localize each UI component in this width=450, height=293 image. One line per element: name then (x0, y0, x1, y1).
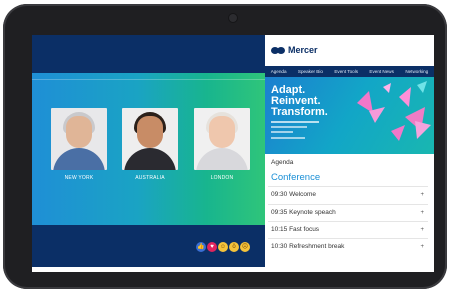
agenda-item-title: 10:15 Fast focus (271, 226, 320, 233)
agenda-item[interactable]: 09:30 Welcome + (268, 186, 428, 202)
nav-speaker-bio[interactable]: Speaker Bio (298, 69, 323, 74)
heart-icon[interactable]: ♥ (207, 242, 217, 252)
bottom-bar (32, 267, 434, 272)
hero-banner: Adapt. Reinvent. Transform. (265, 77, 434, 154)
expand-icon[interactable]: + (420, 210, 428, 216)
conference-title: Conference (271, 172, 321, 183)
divider (32, 79, 265, 80)
agenda-item[interactable]: 10:15 Fast focus + (268, 221, 428, 237)
participant-label: LONDON (210, 175, 234, 181)
video-header (32, 35, 265, 73)
reaction-bar: 👍 ♥ ☺ ö ☹ (196, 242, 250, 252)
sad-icon[interactable]: ☹ (240, 242, 250, 252)
brand-name: Mercer (288, 45, 318, 55)
agenda-item[interactable]: 10:30 Refreshment break + (268, 238, 428, 254)
nav-event-news[interactable]: Event News (369, 69, 394, 74)
participant-video-london[interactable] (194, 108, 250, 170)
butterflies-illustration (357, 81, 431, 141)
hero-subtext (271, 121, 331, 133)
thumbs-up-icon[interactable]: 👍 (196, 242, 206, 252)
tablet-frame: NEW YORK AUSTRALIA LONDON 👍 ♥ ☺ ö ☹ Merc… (3, 4, 447, 289)
agenda-item-title: 10:30 Refreshment break (271, 243, 345, 250)
screen: NEW YORK AUSTRALIA LONDON 👍 ♥ ☺ ö ☹ Merc… (32, 35, 434, 272)
participant-label: NEW YORK (64, 175, 94, 181)
expand-icon[interactable]: + (420, 192, 428, 198)
nav-networking[interactable]: Networking (405, 69, 428, 74)
event-app-panel: Mercer Agenda Speaker Bio Event Tools Ev… (265, 35, 434, 272)
nav-event-tools[interactable]: Event Tools (334, 69, 358, 74)
participant-label: AUSTRALIA (135, 175, 165, 181)
video-panel: NEW YORK AUSTRALIA LONDON 👍 ♥ ☺ ö ☹ (32, 35, 265, 272)
participant-video-australia[interactable] (122, 108, 178, 170)
camera-icon (229, 14, 237, 22)
laugh-icon[interactable]: ☺ (218, 242, 228, 252)
top-nav: Agenda Speaker Bio Event Tools Event New… (265, 66, 434, 77)
participants-stage: NEW YORK AUSTRALIA LONDON (32, 73, 265, 225)
mercer-logo-icon (271, 46, 285, 54)
nav-agenda[interactable]: Agenda (271, 69, 287, 74)
agenda-item[interactable]: 09:35 Keynote speach + (268, 204, 428, 220)
expand-icon[interactable]: + (420, 244, 428, 250)
surprised-icon[interactable]: ö (229, 242, 239, 252)
agenda-item-title: 09:30 Welcome (271, 191, 317, 198)
hero-footnote (271, 137, 331, 139)
participant-video-new-york[interactable] (51, 108, 107, 170)
agenda-item-title: 09:35 Keynote speach (271, 209, 336, 216)
agenda-section-label: Agenda (271, 159, 294, 166)
expand-icon[interactable]: + (420, 227, 428, 233)
brand-logo: Mercer (271, 45, 318, 55)
